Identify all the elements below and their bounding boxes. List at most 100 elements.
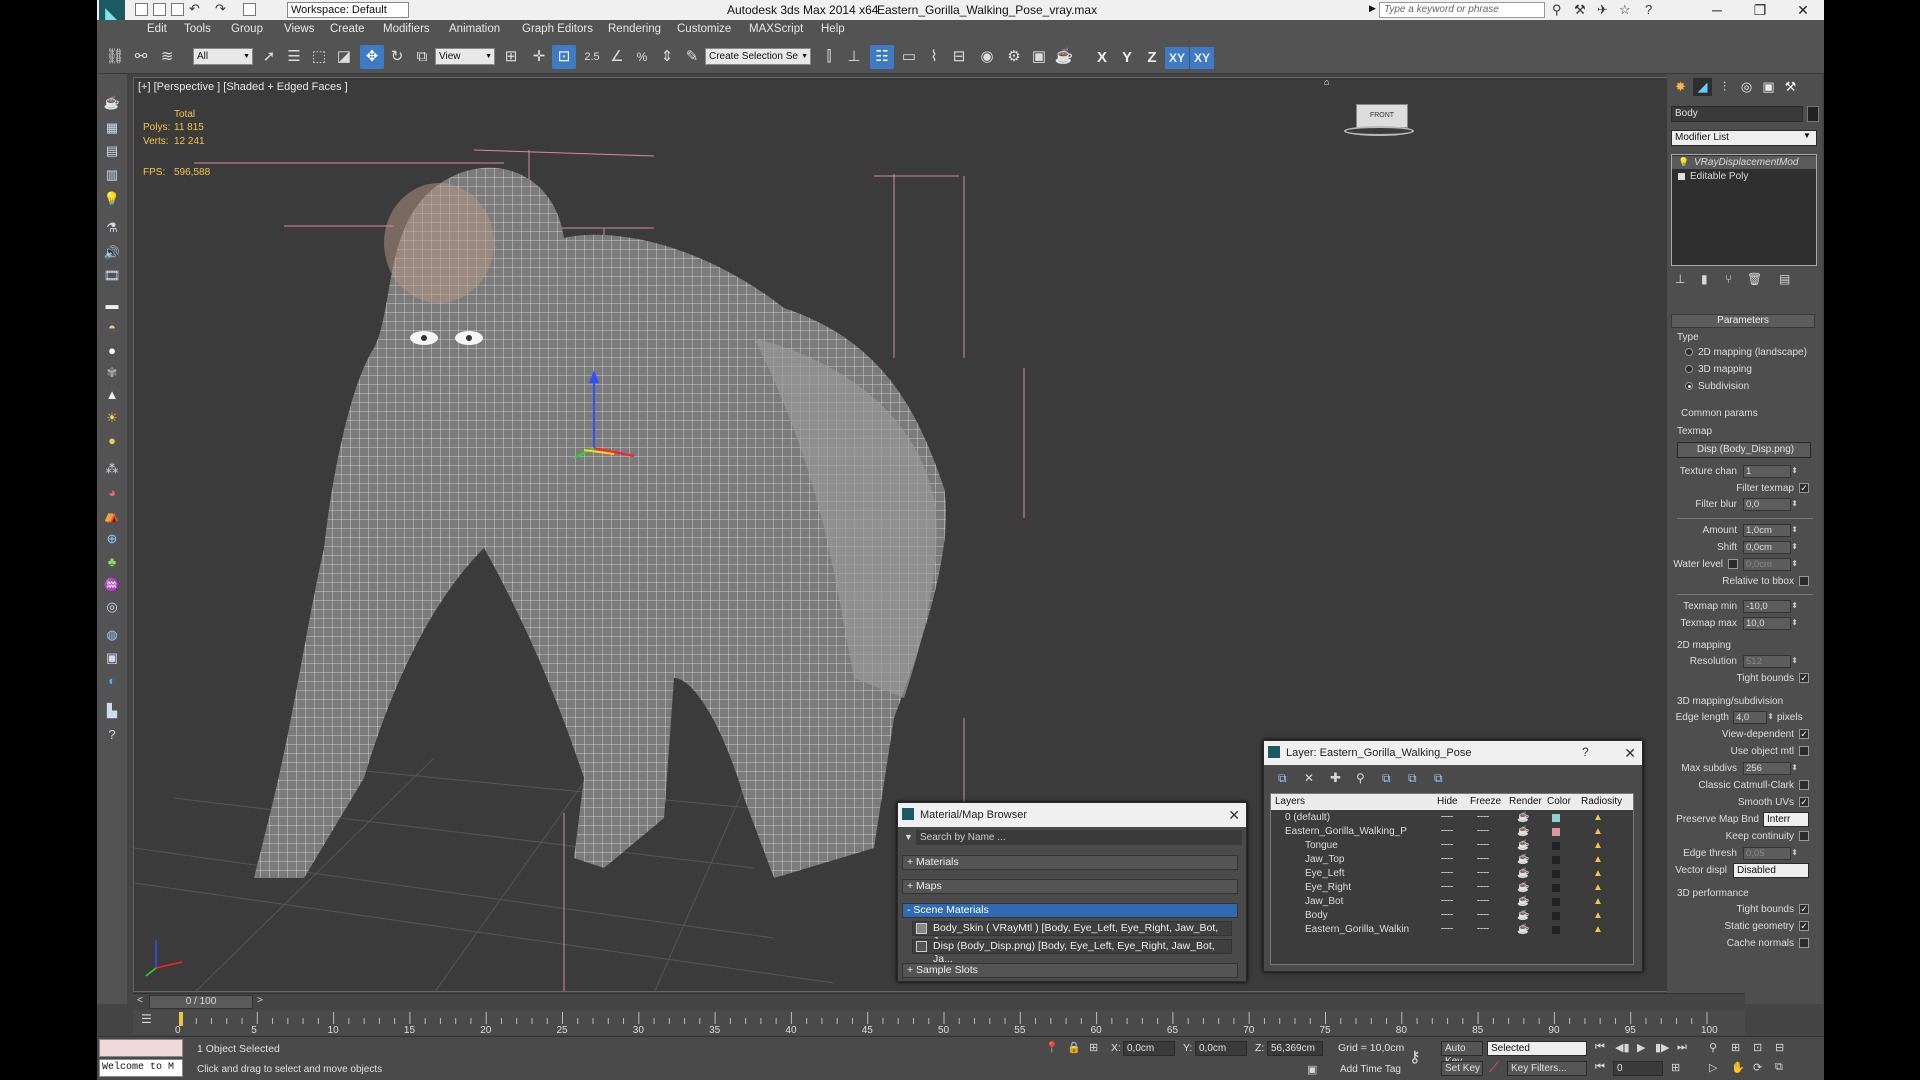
- remove-modifier-icon[interactable]: 🗑: [1747, 272, 1762, 286]
- maxscript-listener-pink[interactable]: [99, 1039, 183, 1057]
- utilities-tab-icon[interactable]: ⚒: [1781, 78, 1800, 96]
- workspace-dropdown[interactable]: Workspace: Default: [287, 2, 409, 18]
- current-time-marker[interactable]: [179, 1012, 183, 1026]
- zoom-extents-all-icon[interactable]: ⊟: [1775, 1041, 1784, 1054]
- align-icon[interactable]: ⊥: [842, 45, 866, 69]
- dome-icon[interactable]: ◓: [103, 319, 121, 337]
- y-coordinate-field[interactable]: 0,0cm: [1195, 1041, 1247, 1056]
- zoom-all-icon[interactable]: ⊞: [1731, 1041, 1740, 1054]
- render-teapot-icon[interactable]: ☕: [1517, 867, 1529, 881]
- time-slider-thumb[interactable]: 0 / 100: [149, 995, 253, 1009]
- tight-bounds-checkbox[interactable]: ✓: [1799, 673, 1809, 683]
- water-level-checkbox[interactable]: [1728, 559, 1738, 569]
- time-tag-icon[interactable]: ▣: [1307, 1063, 1317, 1076]
- hide-all-icon[interactable]: ⧉: [1408, 771, 1417, 786]
- radiosity-icon[interactable]: ▲: [1593, 811, 1603, 825]
- orbit-icon[interactable]: ⟳: [1753, 1061, 1762, 1074]
- render-setup-icon[interactable]: ⚙: [1002, 45, 1026, 69]
- radiosity-icon[interactable]: ▲: [1593, 867, 1603, 881]
- viewcube[interactable]: FRONT: [1356, 104, 1408, 128]
- bind-space-warp-icon[interactable]: ≋: [155, 45, 179, 69]
- table-icon[interactable]: ▥: [103, 166, 121, 184]
- scene-materials-section[interactable]: - Scene Materials: [902, 903, 1238, 918]
- maximize-viewport-icon[interactable]: ⧉: [1775, 1061, 1783, 1074]
- selection-filter-dropdown[interactable]: All: [193, 48, 253, 65]
- material-browser-close-button[interactable]: ✕: [1228, 803, 1240, 827]
- mirror-ball-icon[interactable]: ◕: [103, 484, 121, 502]
- light-icon[interactable]: 💡: [103, 190, 121, 208]
- layer-color-swatch[interactable]: [1552, 814, 1560, 822]
- display-tab-icon[interactable]: ▣: [1759, 78, 1778, 96]
- axis-xy-plane-button[interactable]: XY: [1190, 47, 1214, 69]
- radiosity-icon[interactable]: ▲: [1593, 853, 1603, 867]
- configure-modifier-sets-icon[interactable]: ▤: [1779, 272, 1790, 286]
- hide-toggle[interactable]: ╌╌: [1441, 867, 1453, 881]
- film-icon[interactable]: 🎞: [103, 267, 121, 285]
- redo-icon[interactable]: ↷: [215, 1, 226, 17]
- lock-selection-icon[interactable]: 🔒: [1067, 1041, 1081, 1054]
- texture-chan-spinner[interactable]: 1: [1743, 465, 1798, 478]
- new-file-icon[interactable]: [135, 3, 148, 16]
- materials-section[interactable]: + Materials: [902, 855, 1238, 870]
- project-folder-icon[interactable]: [243, 3, 256, 16]
- rendered-frame-window-icon[interactable]: ▣: [1027, 45, 1051, 69]
- key-mode-dropdown[interactable]: Selected: [1487, 1041, 1587, 1056]
- layer-color-swatch[interactable]: [1552, 926, 1560, 934]
- hide-toggle[interactable]: ╌╌: [1441, 895, 1453, 909]
- object-name-field[interactable]: Body: [1671, 106, 1803, 122]
- next-frame-icon[interactable]: ▮▶: [1655, 1041, 1670, 1054]
- render-production-icon[interactable]: ☕: [1052, 45, 1076, 69]
- radiosity-icon[interactable]: ▲: [1593, 909, 1603, 923]
- key-icon[interactable]: ⚷: [1409, 1047, 1421, 1067]
- plant-icon[interactable]: ♣: [103, 553, 121, 571]
- col-render[interactable]: Render: [1509, 796, 1542, 807]
- current-frame-field[interactable]: 0: [1613, 1061, 1663, 1076]
- tent-icon[interactable]: ⛺: [103, 507, 121, 525]
- binoculars-icon[interactable]: ⚲: [1552, 2, 1562, 18]
- percent-snap-icon[interactable]: %: [630, 45, 654, 69]
- particles-icon[interactable]: ⁂: [103, 460, 121, 478]
- view-dependent-checkbox[interactable]: ✓: [1799, 729, 1809, 739]
- time-slider[interactable]: < 0 / 100 >: [133, 993, 1745, 1010]
- subscription-icon[interactable]: ⚒: [1574, 2, 1586, 18]
- sample-slots-section[interactable]: + Sample Slots: [902, 963, 1238, 978]
- menu-maxscript[interactable]: MAXScript: [749, 23, 803, 35]
- layer-color-swatch[interactable]: [1552, 842, 1560, 850]
- search-options-icon[interactable]: ▼: [904, 832, 913, 842]
- set-key-icon[interactable]: ⟋: [1489, 1059, 1499, 1076]
- menu-customize[interactable]: Customize: [677, 23, 731, 35]
- material-browser-title[interactable]: Material/Map Browser: [898, 803, 1246, 827]
- delete-layer-icon[interactable]: ✕: [1304, 771, 1314, 785]
- cache-normals-checkbox[interactable]: [1799, 938, 1809, 948]
- modify-tab-icon[interactable]: ◢: [1693, 78, 1712, 96]
- col-freeze[interactable]: Freeze: [1470, 796, 1501, 807]
- stack-item-vraydisplacement[interactable]: VRayDisplacementMod: [1672, 156, 1816, 169]
- smooth-uvs-checkbox[interactable]: ✓: [1799, 797, 1809, 807]
- grid-icon[interactable]: ▤: [103, 142, 121, 160]
- select-and-rotate-icon[interactable]: ↻: [385, 45, 409, 69]
- menu-animation[interactable]: Animation: [449, 23, 500, 35]
- freeze-toggle[interactable]: ╌╌: [1477, 909, 1489, 923]
- hair-icon[interactable]: ♒: [103, 576, 121, 594]
- edge-thresh-spinner[interactable]: 0,05: [1743, 847, 1798, 860]
- globe-icon[interactable]: ⊕: [103, 530, 121, 548]
- select-and-move-icon[interactable]: ✥: [360, 45, 384, 69]
- radiosity-icon[interactable]: ▲: [1593, 825, 1603, 839]
- col-radiosity[interactable]: Radiosity: [1581, 796, 1622, 807]
- resolution-spinner[interactable]: 512: [1743, 655, 1798, 668]
- menu-help[interactable]: Help: [821, 23, 845, 35]
- schematic-view-icon[interactable]: ⊟: [947, 45, 971, 69]
- layer-color-swatch[interactable]: [1552, 912, 1560, 920]
- layer-row[interactable]: Eye_Right ╌╌ ╌╌ ☕ ▲: [1271, 881, 1635, 895]
- go-to-start-icon[interactable]: ⏮: [1595, 1041, 1605, 1054]
- layer-row[interactable]: Body ╌╌ ╌╌ ☕ ▲: [1271, 909, 1635, 923]
- amount-spinner[interactable]: 1,0cm: [1743, 524, 1798, 537]
- radio-2d-mapping[interactable]: [1685, 348, 1693, 356]
- absolute-mode-icon[interactable]: ⊞: [1089, 1041, 1098, 1054]
- classic-catmull-checkbox[interactable]: [1799, 780, 1809, 790]
- pivot-center-icon[interactable]: ⊞: [499, 45, 523, 69]
- parameters-rollout[interactable]: Parameters: [1671, 314, 1815, 328]
- hide-toggle[interactable]: ╌╌: [1441, 909, 1453, 923]
- speaker-icon[interactable]: 🔊: [103, 244, 121, 262]
- radio-subdivision[interactable]: [1685, 382, 1693, 390]
